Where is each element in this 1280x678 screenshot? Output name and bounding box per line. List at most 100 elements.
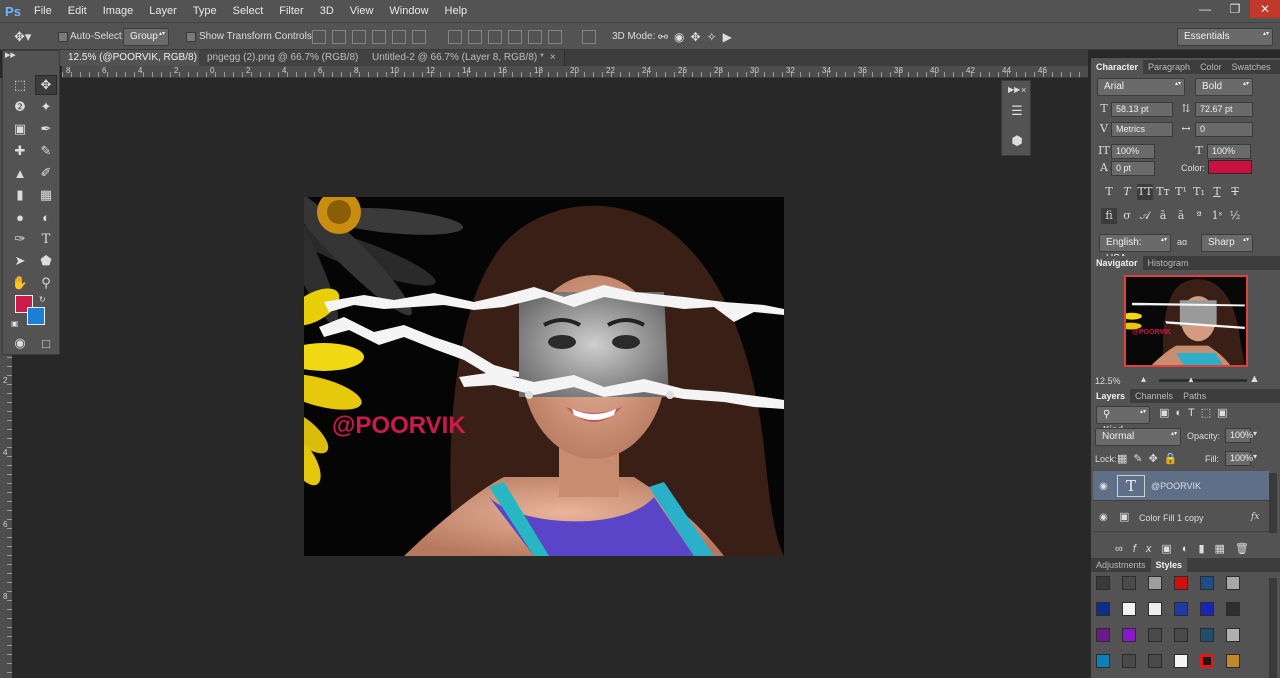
brush-tool-icon[interactable]: ✎ [35,141,57,161]
hand-tool-icon[interactable]: ✋ [9,273,31,293]
default-colors-icon[interactable]: ▣ [11,315,19,333]
magic-wand-tool-icon[interactable]: ✦ [35,97,57,117]
zoom-tool-icon[interactable]: ⚲ [35,273,57,293]
stylistic-alt-icon[interactable]: ā [1155,208,1171,224]
text-color-swatch[interactable] [1208,160,1252,174]
marquee-tool-icon[interactable]: ⬚ [9,75,31,95]
path-selection-tool-icon[interactable]: ➤ [9,251,31,271]
layer-footer-icons[interactable]: ∞fx▣◐▮▦🗑 [1115,542,1259,555]
blend-mode-dropdown[interactable]: Normal [1095,428,1181,446]
3d-mode-icons[interactable]: ⚯◉✥✧▶ [658,28,738,46]
navigator-thumbnail[interactable]: @POORVIK [1124,275,1248,367]
language-dropdown[interactable]: English: USA [1099,234,1171,264]
menu-help[interactable]: Help [437,0,476,22]
font-style-dropdown[interactable]: Bold [1195,78,1253,96]
navigator-zoom-value[interactable]: 12.5% [1095,376,1121,386]
style-swatch[interactable] [1174,654,1188,668]
lock-icons[interactable]: ▦✎✥🔒 [1117,452,1184,465]
lasso-tool-icon[interactable]: ❷ [9,97,31,117]
shape-tool-icon[interactable]: ⬟ [35,251,57,271]
history-brush-tool-icon[interactable]: ✐ [35,163,57,183]
style-swatch[interactable] [1122,576,1136,590]
style-swatch[interactable] [1226,628,1240,642]
style-swatch[interactable] [1174,602,1188,616]
faux-italic-icon[interactable]: T [1119,184,1135,200]
distribute-bottom-icon[interactable] [488,30,502,44]
eyedropper-tool-icon[interactable]: ✒ [35,119,57,139]
titling-alt-icon[interactable]: ā [1173,208,1189,224]
auto-align-icon[interactable] [582,30,596,44]
distribute-top-icon[interactable] [448,30,462,44]
menu-select[interactable]: Select [225,0,272,22]
swap-colors-icon[interactable]: ↻ [39,291,46,309]
tab-histogram[interactable]: Histogram [1143,256,1194,270]
style-swatch[interactable] [1148,628,1162,642]
layers-scrollbar[interactable] [1269,473,1277,533]
swash-icon[interactable]: 𝒜 [1137,208,1153,224]
layer-name[interactable]: @POORVIK [1151,481,1201,491]
zoom-out-icon[interactable]: ▴ [1141,374,1146,385]
font-size-field[interactable]: 58.13 pt [1111,102,1173,117]
document-canvas[interactable]: @POORVIK [304,197,784,556]
menu-type[interactable]: Type [185,0,225,22]
menu-filter[interactable]: Filter [271,0,311,22]
old-style-icon[interactable]: σ [1119,208,1135,224]
zoom-slider-handle[interactable]: ▲ [1187,375,1195,384]
style-swatch[interactable] [1148,654,1162,668]
tracking-field[interactable]: 0 [1195,122,1253,137]
gradient-tool-icon[interactable]: ▦ [35,185,57,205]
layer-row-text[interactable]: ◉ T @POORVIK [1093,471,1269,501]
menu-window[interactable]: Window [381,0,436,22]
style-swatch[interactable] [1200,628,1214,642]
style-swatch[interactable] [1226,576,1240,590]
menu-file[interactable]: File [26,0,60,22]
kerning-field[interactable]: Metrics [1111,122,1173,137]
align-bottom-icon[interactable] [352,30,366,44]
distribute-hcenter-icon[interactable] [528,30,542,44]
style-swatch[interactable] [1148,602,1162,616]
fill-field[interactable]: 100% [1225,451,1253,466]
ligatures-icon[interactable]: fi [1101,208,1117,224]
ordinals-icon[interactable]: ª [1191,208,1207,224]
tab-layers[interactable]: Layers [1091,389,1131,403]
eraser-tool-icon[interactable]: ▮ [9,185,31,205]
superscript-icon[interactable]: T¹ [1173,184,1189,200]
healing-brush-tool-icon[interactable]: ✚ [9,141,31,161]
expand-panel-icon[interactable]: ▶▶ [1008,81,1020,99]
tab-paths[interactable]: Paths [1178,389,1211,403]
menu-3d[interactable]: 3D [312,0,342,22]
faux-bold-icon[interactable]: T [1101,184,1117,200]
tab-document-2[interactable]: pngegg (2).png @ 66.7% (RGB/8)× [199,50,380,66]
distribute-vcenter-icon[interactable] [468,30,482,44]
fill-dropdown-icon[interactable]: ▾ [1253,452,1257,461]
auto-select-checkbox[interactable] [58,32,68,42]
3d-panel-icon[interactable]: ⬢ [1005,131,1029,151]
align-right-icon[interactable] [412,30,426,44]
pen-tool-icon[interactable]: ✑ [9,229,31,249]
screen-mode-icon[interactable]: □ [35,333,57,353]
underline-icon[interactable]: T [1209,184,1225,200]
style-swatch[interactable] [1174,576,1188,590]
move-tool-icon[interactable]: ✥▾ [14,28,31,46]
align-hcenter-icon[interactable] [392,30,406,44]
show-transform-checkbox[interactable] [186,32,196,42]
style-swatch[interactable] [1122,602,1136,616]
style-swatch[interactable] [1122,628,1136,642]
align-vcenter-icon[interactable] [332,30,346,44]
all-caps-icon[interactable]: TT [1137,184,1153,200]
tab-styles[interactable]: Styles [1150,558,1188,572]
style-swatch[interactable] [1200,602,1214,616]
style-swatch[interactable] [1226,602,1240,616]
close-icon[interactable]: × [1021,81,1026,99]
tab-document-3[interactable]: Untitled-2 @ 66.7% (Layer 8, RGB/8) * × [364,50,565,66]
workspace-dropdown[interactable]: Essentials [1177,28,1273,46]
restore-button[interactable]: ❐ [1220,0,1250,18]
layer-filter-icons[interactable]: ▣◐T⬚▣ [1159,406,1234,419]
tab-swatches[interactable]: Swatches [1227,60,1276,74]
menu-view[interactable]: View [342,0,382,22]
tab-character[interactable]: Character [1091,60,1144,74]
eye-icon[interactable]: ◉ [1099,512,1108,523]
small-caps-icon[interactable]: Tᴛ [1155,184,1171,200]
align-left-icon[interactable] [372,30,386,44]
background-color-swatch[interactable] [27,307,45,325]
